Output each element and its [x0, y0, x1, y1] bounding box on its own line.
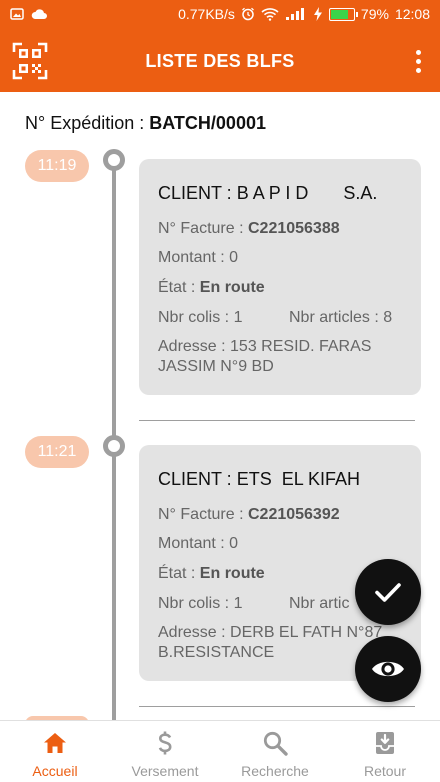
bottom-navigation: Accueil Versement Recherche Retour	[0, 720, 440, 782]
nav-label: Recherche	[241, 763, 309, 779]
etat-label: État :	[158, 279, 200, 296]
expedition-label: N° Expédition :	[25, 113, 150, 133]
etat-row: État : En route	[158, 279, 265, 297]
alarm-icon	[241, 7, 254, 21]
address: Adresse : 153 RESID. FARAS JASSIM N°9 BD	[158, 338, 372, 375]
validate-fab-button[interactable]	[355, 559, 421, 625]
expedition-number: BATCH/00001	[149, 113, 266, 133]
nav-label: Accueil	[32, 763, 78, 779]
eye-icon	[372, 661, 404, 677]
dollar-icon	[158, 731, 172, 755]
view-fab-button[interactable]	[355, 636, 421, 702]
facture-label: N° Facture :	[158, 506, 248, 523]
facture-number: C221056392	[247, 506, 340, 523]
clock: 12:08	[394, 6, 430, 22]
nav-versement[interactable]: Versement	[110, 721, 220, 782]
return-box-icon	[376, 732, 394, 754]
timeline-node	[103, 435, 125, 457]
time-badge: 11:21	[25, 436, 89, 468]
expedition-header: N° Expédition : BATCH/00001	[25, 113, 266, 134]
montant-row: Montant : 0	[158, 249, 239, 266]
etat-value: En route	[199, 565, 265, 582]
more-vertical-icon	[415, 49, 421, 55]
montant-row: Montant : 0	[158, 535, 239, 552]
more-options-button[interactable]	[404, 44, 432, 78]
network-speed: 0.77KB/s	[178, 6, 235, 22]
app-screen: 0.77KB/s 79% 12:08 LISTE DES BLFS N° Exp…	[0, 0, 440, 782]
client-name: CLIENT : ETS EL KIFAH	[158, 469, 361, 489]
nav-retour[interactable]: Retour	[330, 721, 440, 782]
nav-accueil[interactable]: Accueil	[0, 721, 110, 782]
battery-icon	[328, 7, 358, 21]
entry-divider	[139, 706, 415, 707]
etat-label: État :	[158, 565, 200, 582]
charging-icon	[313, 7, 322, 21]
page-title: LISTE DES BLFS	[145, 51, 295, 71]
home-icon	[44, 733, 66, 753]
more-vertical-icon-dot	[415, 67, 421, 73]
signal-icon	[285, 8, 304, 20]
client-name: CLIENT : B A P I D S.A.	[158, 183, 378, 203]
time-badge: 11:19	[25, 150, 89, 182]
facture-row: N° Facture : C221056388	[158, 220, 340, 238]
articles-count: Nbr articles : 8	[289, 309, 393, 326]
wifi-icon	[261, 8, 279, 21]
blf-card[interactable]: CLIENT : B A P I D S.A. N° Facture : C22…	[139, 159, 421, 395]
nav-label: Versement	[131, 763, 199, 779]
status-bar: 0.77KB/s 79% 12:08	[0, 0, 440, 30]
colis-count: Nbr colis : 1	[158, 595, 243, 612]
app-bar: LISTE DES BLFS	[0, 30, 440, 92]
more-vertical-icon-dot	[415, 58, 421, 64]
facture-row: N° Facture : C221056392	[158, 506, 340, 524]
facture-label: N° Facture :	[158, 220, 248, 237]
etat-row: État : En route	[158, 565, 265, 583]
articles-count: Nbr artic	[289, 595, 350, 612]
cloud-icon	[31, 9, 47, 19]
entry-divider	[139, 420, 415, 421]
facture-number: C221056388	[247, 220, 340, 237]
check-icon	[375, 583, 401, 602]
nav-label: Retour	[363, 763, 407, 779]
timeline-node	[103, 149, 125, 171]
image-icon	[10, 8, 24, 20]
etat-value: En route	[199, 279, 265, 296]
search-icon	[263, 731, 288, 756]
battery-percent: 79%	[360, 6, 389, 22]
nav-recherche[interactable]: Recherche	[220, 721, 330, 782]
colis-count: Nbr colis : 1	[158, 309, 243, 326]
